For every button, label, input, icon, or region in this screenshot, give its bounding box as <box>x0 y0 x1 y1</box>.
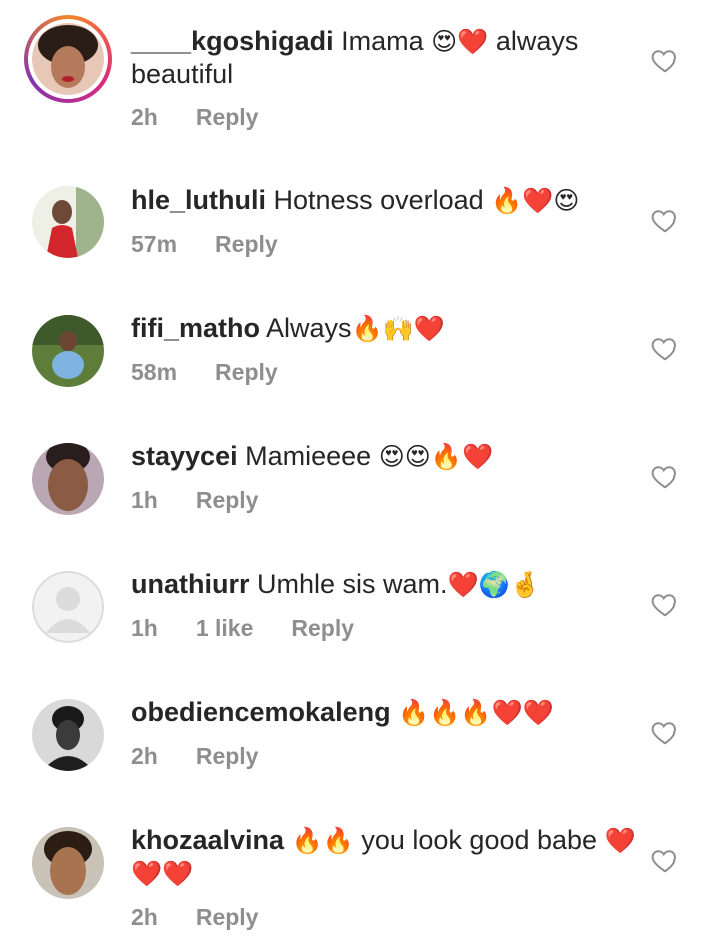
comment-username[interactable]: fifi_matho <box>131 313 260 343</box>
comment-meta: 58m Reply <box>131 359 278 386</box>
reply-button[interactable]: Reply <box>196 904 259 931</box>
heart-outline-icon[interactable] <box>650 717 680 747</box>
comment-body: Always <box>266 313 352 343</box>
reply-button[interactable]: Reply <box>215 231 278 258</box>
comment-time: 1h <box>131 615 158 641</box>
reply-button[interactable]: Reply <box>196 487 259 514</box>
comment-meta: 2h Reply <box>131 743 258 770</box>
avatar-image <box>32 186 104 258</box>
comment-text: stayycei Mamieeee 😍😍🔥❤️ <box>131 440 636 473</box>
comment-like-count[interactable]: 1 like <box>196 615 254 642</box>
comment-username[interactable]: stayycei <box>131 441 238 471</box>
comment-meta: 1h Reply <box>131 487 258 514</box>
avatar[interactable] <box>32 827 104 899</box>
comment-meta: 2h Reply <box>131 904 258 931</box>
avatar-image <box>32 315 104 387</box>
avatar-image <box>32 699 104 771</box>
comment-time: 1h <box>131 487 158 513</box>
comment-username[interactable]: obediencemokaleng <box>131 697 391 727</box>
comment-text: obediencemokaleng 🔥🔥🔥❤️❤️ <box>131 696 636 729</box>
comment-body: Hotness overload <box>273 185 484 215</box>
comment-username[interactable]: ____kgoshigadi <box>131 26 334 56</box>
comment-time: 2h <box>131 743 158 769</box>
comment-emoji: ❤️🌍🤞 <box>447 570 541 599</box>
avatar-image <box>32 443 104 515</box>
comment-text: hle_luthuli Hotness overload 🔥❤️😍 <box>131 184 636 217</box>
avatar-image <box>32 23 104 95</box>
comment-body: Imama <box>341 26 424 56</box>
comment-emoji: 🔥🔥🔥❤️❤️ <box>398 698 554 727</box>
comment-emoji: 🔥🔥 <box>291 826 354 855</box>
comment-body-continued: you look good babe <box>361 825 598 855</box>
comment-time: 2h <box>131 904 158 930</box>
heart-outline-icon[interactable] <box>650 461 680 491</box>
reply-button[interactable]: Reply <box>215 359 278 386</box>
heart-outline-icon[interactable] <box>650 45 680 75</box>
comment-emoji: 🔥🙌❤️ <box>351 314 445 343</box>
comment-text: fifi_matho Always🔥🙌❤️ <box>131 312 636 345</box>
comment-time: 58m <box>131 359 178 385</box>
comment-body: Mamieeee <box>245 441 372 471</box>
comments-list: ____kgoshigadi Imama 😍❤️ always beautifu… <box>0 0 720 946</box>
heart-outline-icon[interactable] <box>650 333 680 363</box>
comment-time: 2h <box>131 104 158 130</box>
avatar-image <box>32 571 104 643</box>
avatar[interactable] <box>32 186 104 258</box>
comment-meta: 1h 1 like Reply <box>131 615 354 642</box>
avatar[interactable] <box>32 571 104 643</box>
heart-outline-icon[interactable] <box>650 205 680 235</box>
heart-outline-icon[interactable] <box>650 589 680 619</box>
comment-emoji: 🔥❤️😍 <box>491 186 580 215</box>
comment-username[interactable]: khozaalvina <box>131 825 284 855</box>
comment-username[interactable]: unathiurr <box>131 569 250 599</box>
avatar-image <box>32 827 104 899</box>
comment-text: khozaalvina 🔥🔥 you look good babe ❤️❤️❤️ <box>131 824 636 890</box>
comment-meta: 57m Reply <box>131 231 278 258</box>
avatar[interactable] <box>32 315 104 387</box>
avatar[interactable] <box>32 443 104 515</box>
heart-outline-icon[interactable] <box>650 845 680 875</box>
reply-button[interactable]: Reply <box>291 615 354 642</box>
comment-emoji: 😍❤️ <box>431 27 489 56</box>
reply-button[interactable]: Reply <box>196 104 259 131</box>
comment-emoji: 😍😍🔥❤️ <box>378 442 494 471</box>
comment-body: Umhle sis wam. <box>257 569 448 599</box>
comment-username[interactable]: hle_luthuli <box>131 185 266 215</box>
comment-time: 57m <box>131 231 178 257</box>
avatar[interactable] <box>24 15 112 103</box>
avatar[interactable] <box>32 699 104 771</box>
comment-text: ____kgoshigadi Imama 😍❤️ always beautifu… <box>131 25 636 90</box>
comment-text: unathiurr Umhle sis wam.❤️🌍🤞 <box>131 568 636 601</box>
reply-button[interactable]: Reply <box>196 743 259 770</box>
comment-meta: 2h Reply <box>131 104 258 131</box>
